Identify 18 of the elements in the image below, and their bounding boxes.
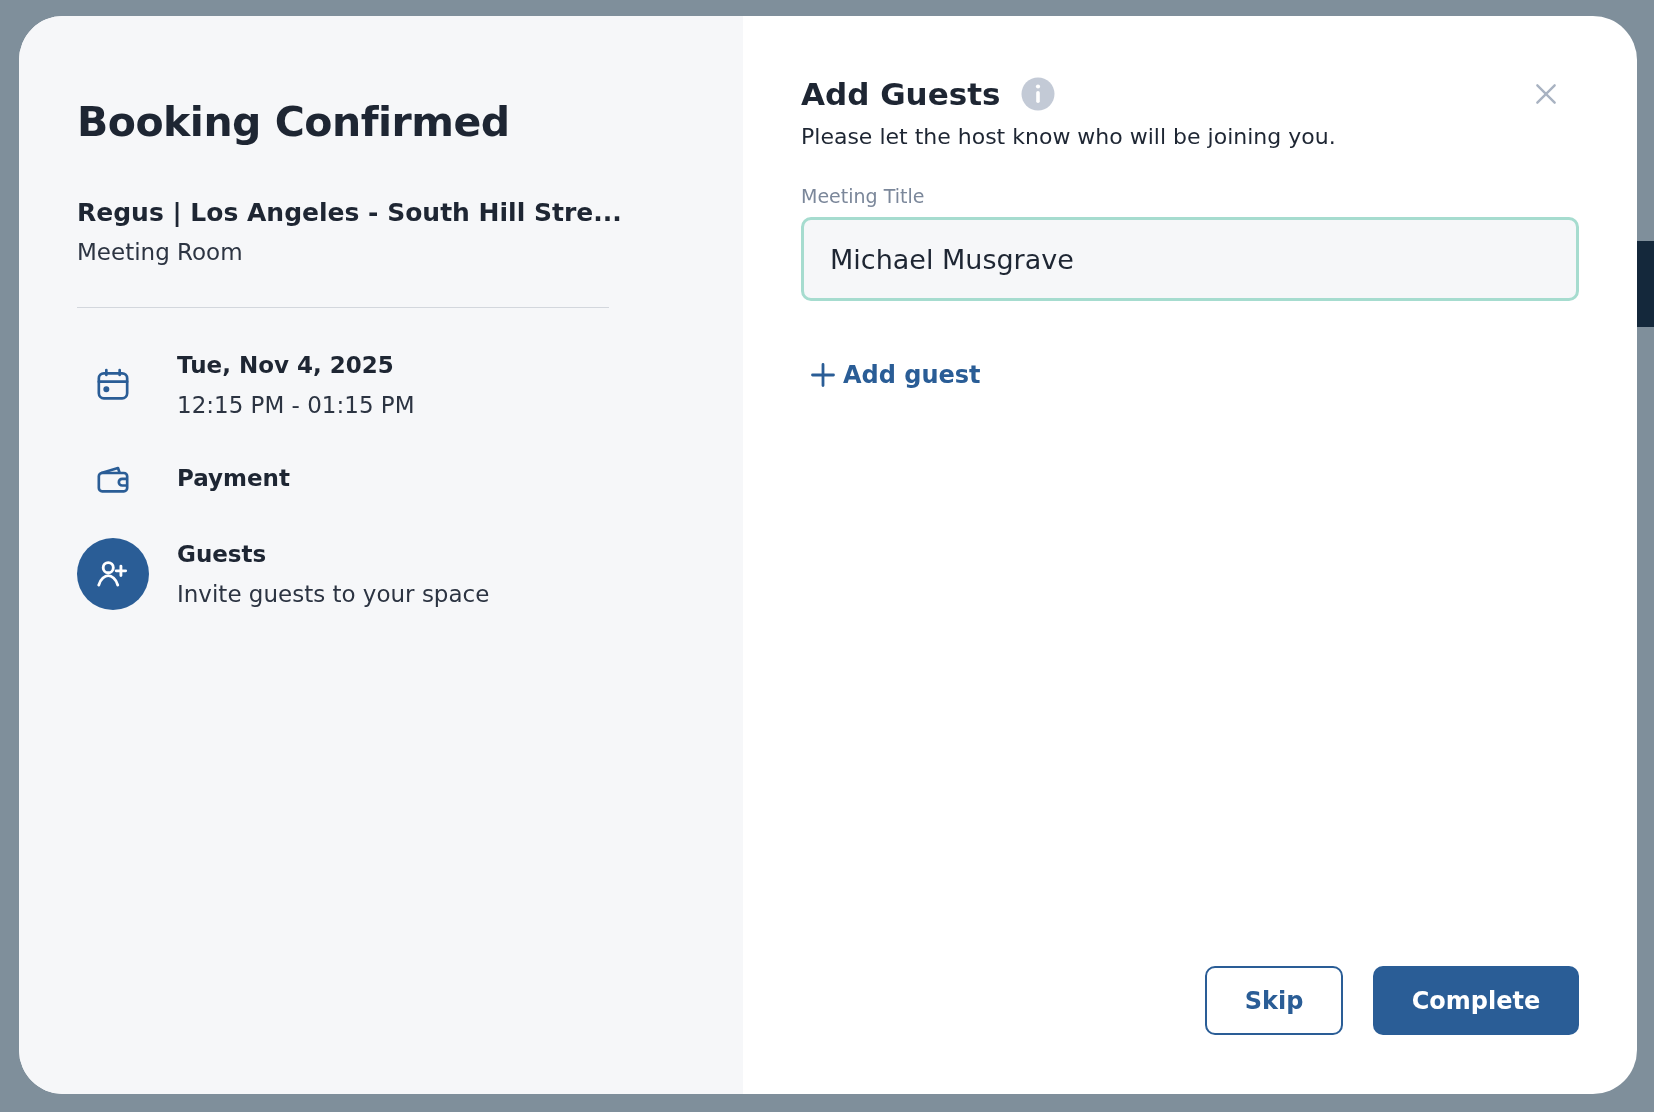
step-title: Guests	[177, 541, 268, 567]
dialog-title: Booking Confirmed	[77, 98, 511, 146]
location-name: Regus | Los Angeles - South Hill Stre...	[77, 198, 623, 227]
step-title: Payment	[177, 465, 290, 491]
add-guest-link[interactable]: Add guest	[801, 361, 981, 389]
panel-description: Please let the host know who will be joining you.	[801, 124, 1337, 149]
step-subtitle: Invite guests to your space	[177, 581, 490, 607]
step-title: Tue, Nov 4, 2025	[177, 352, 395, 378]
skip-button[interactable]: Skip	[1205, 966, 1343, 1035]
panel-title: Add Guests	[801, 76, 1001, 112]
close-icon[interactable]	[1533, 81, 1559, 107]
meeting-title-field[interactable]: Michael Musgrave	[801, 217, 1579, 301]
room-type: Meeting Room	[77, 239, 244, 265]
field-label: Meeting Title	[801, 185, 926, 207]
info-icon[interactable]	[1020, 76, 1057, 112]
plus-icon	[809, 361, 837, 389]
step-subtitle: 12:15 PM - 01:15 PM	[177, 392, 415, 418]
complete-button[interactable]: Complete	[1373, 966, 1579, 1035]
